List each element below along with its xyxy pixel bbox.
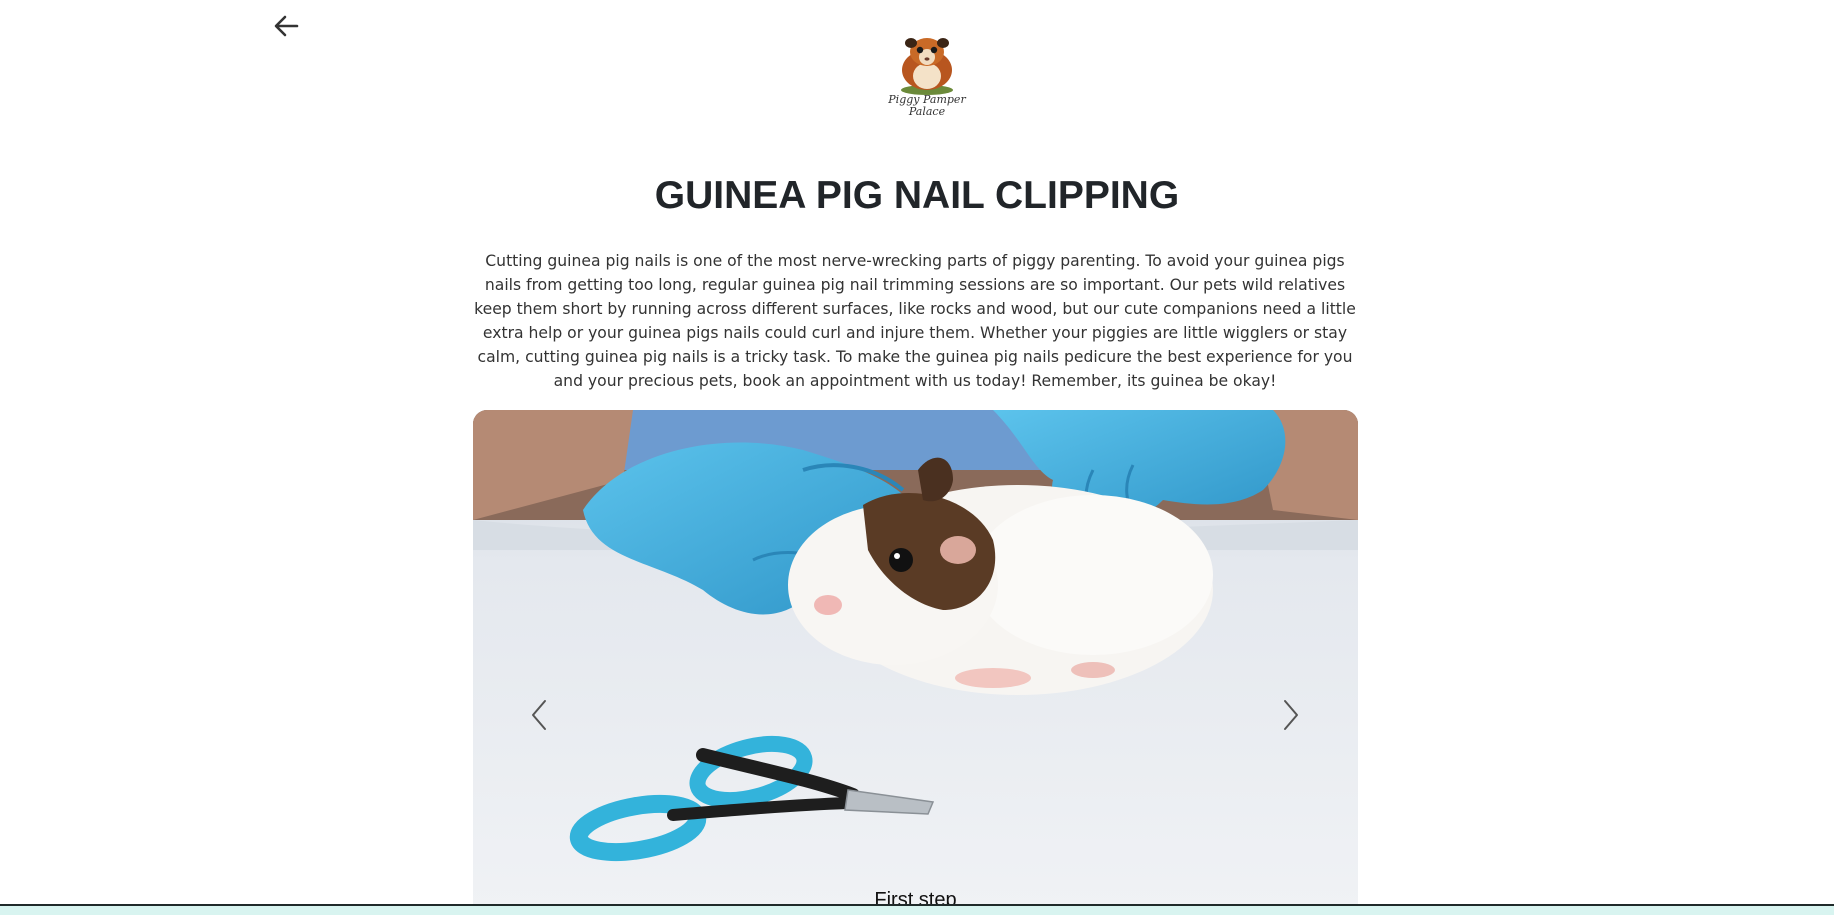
page: Piggy Pamper Palace GUINEA PIG NAIL CLIP… (0, 0, 1834, 915)
chevron-left-icon (532, 700, 546, 730)
carousel-next-button[interactable] (1261, 680, 1321, 750)
logo[interactable]: Piggy Pamper Palace (887, 30, 967, 122)
guinea-pig-nail-clipping-photo (473, 410, 1358, 915)
bottom-bar (0, 904, 1834, 915)
arrow-left-icon (274, 15, 299, 37)
logo-line-2: Palace (908, 105, 946, 118)
image-carousel: First step (473, 410, 1358, 915)
chevron-right-icon (1284, 700, 1298, 730)
carousel-prev-button[interactable] (509, 680, 569, 750)
guinea-pig-logo-image (901, 38, 953, 95)
logo-line-1: Piggy Pamper (888, 93, 966, 106)
service-description: Cutting guinea pig nails is one of the m… (474, 252, 1356, 390)
back-button[interactable] (268, 10, 304, 42)
page-title: GUINEA PIG NAIL CLIPPING (654, 174, 1180, 217)
